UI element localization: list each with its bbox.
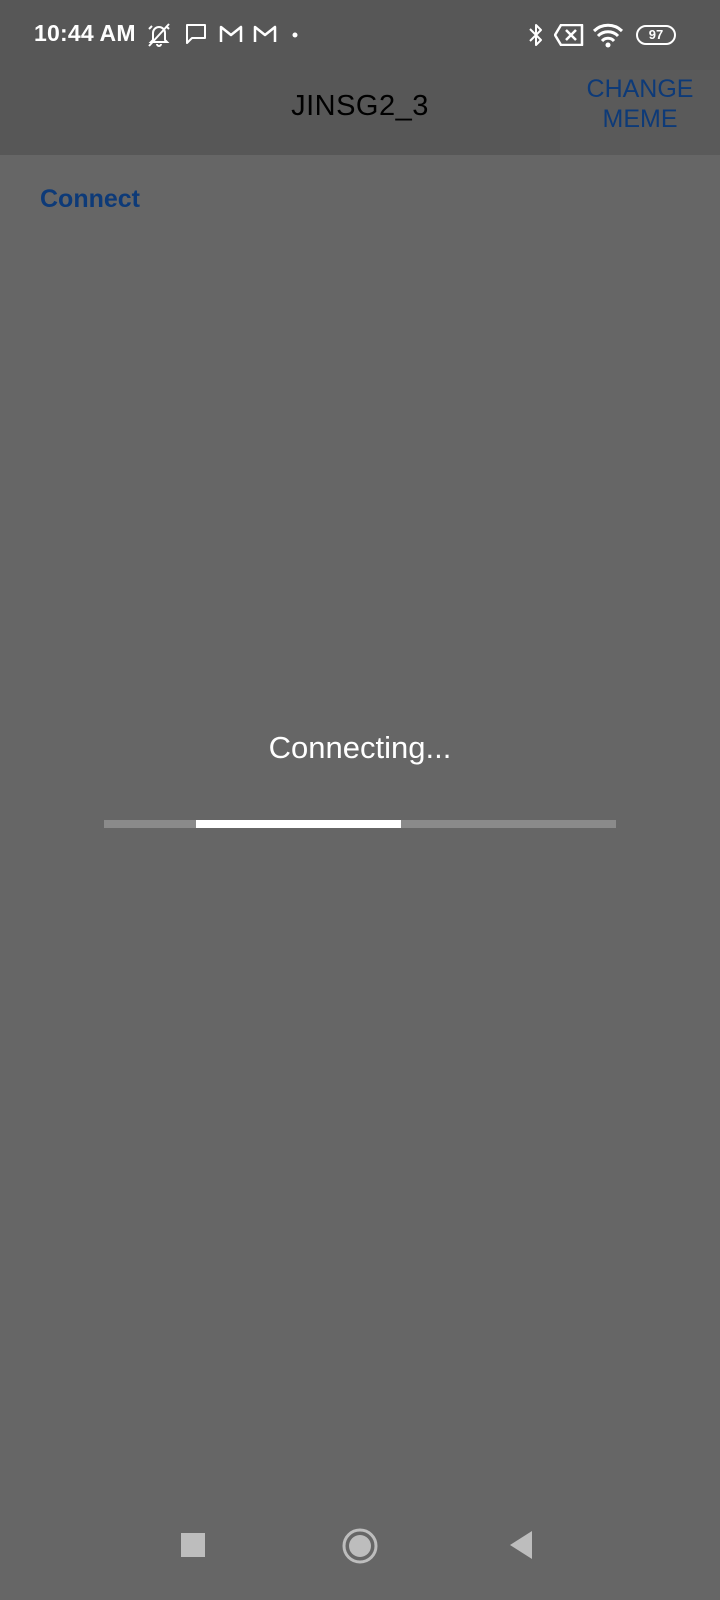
dot-icon [292, 32, 298, 38]
app-bar: JINSG2_3 CHANGE MEME [0, 70, 720, 155]
change-meme-label-line1: CHANGE [586, 75, 694, 103]
battery-icon: 97 [636, 25, 676, 45]
alarm-off-icon [148, 23, 170, 47]
no-sim-icon [554, 24, 584, 46]
message-icon [186, 24, 206, 44]
wifi-icon [592, 23, 624, 48]
change-meme-button[interactable]: CHANGE MEME [560, 70, 720, 155]
gmail-icon [253, 25, 277, 42]
status-time: 10:44 AM [34, 20, 136, 46]
screen: 10:44 AM 97 JINSG2_3 CHANGE MEME Connect… [0, 0, 720, 1600]
back-icon[interactable] [508, 1530, 534, 1560]
battery-level: 97 [648, 27, 664, 42]
bluetooth-icon [529, 24, 542, 46]
recents-icon[interactable] [180, 1532, 206, 1558]
connect-button[interactable]: Connect [40, 185, 140, 214]
progress-bar [104, 820, 616, 828]
home-icon[interactable] [342, 1528, 378, 1564]
gmail-icon [219, 25, 243, 42]
status-bar: 10:44 AM 97 [0, 0, 720, 70]
connecting-status: Connecting... [268, 730, 452, 765]
navigation-bar [0, 1510, 720, 1600]
change-meme-label-line2: MEME [602, 105, 678, 133]
progress-bar-fill [196, 820, 401, 828]
